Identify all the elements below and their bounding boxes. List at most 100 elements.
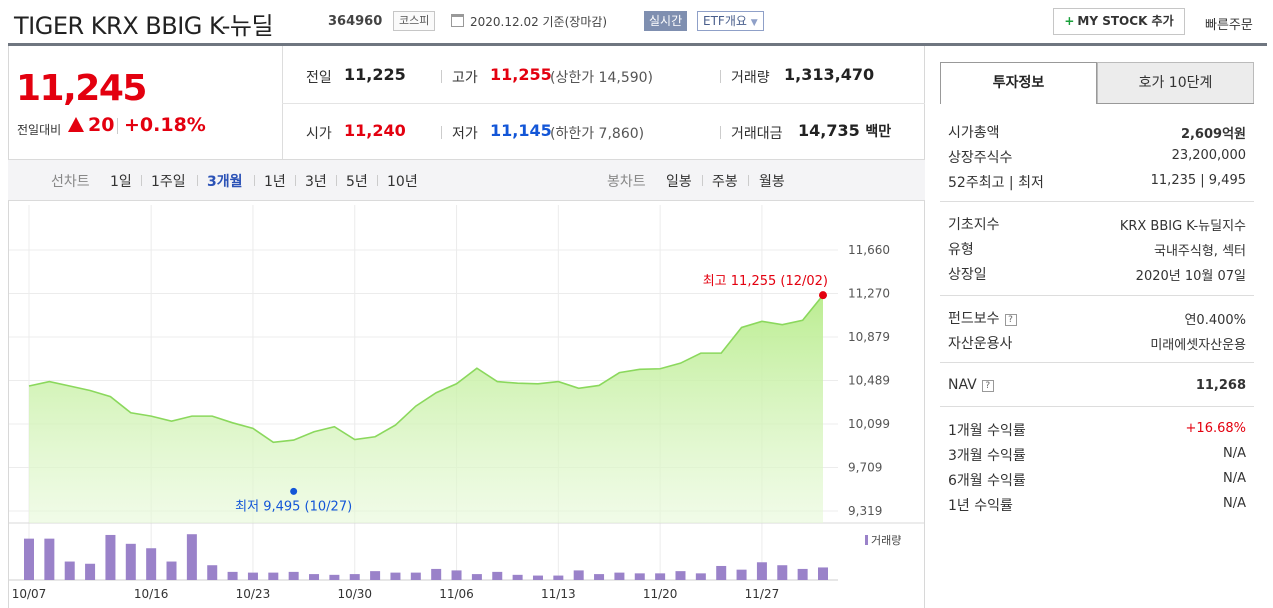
volume-bar [797,568,808,580]
panel-divider [940,295,1254,296]
x-tick-label: 10/07 [12,587,47,601]
return-6m-value: N/A [1223,471,1246,486]
manager-value: 미래에셋자산운용 [1150,338,1246,353]
volume-bar [125,543,136,580]
volume-bar [207,565,218,580]
volume-bar [329,574,340,580]
listing-date-label: 상장일 [948,267,987,283]
tab-quote-10[interactable]: 호가 10단계 [1097,62,1254,104]
x-tick-label: 11/27 [745,587,780,601]
nav-label: NAV? [948,377,994,393]
volume-bar [716,565,727,580]
volume-bar [370,571,381,580]
price-area [29,295,823,523]
volume-bar [105,534,116,580]
quick-order-link[interactable]: 빠른주문 [1205,14,1253,33]
nav-label-text: NAV [948,377,977,393]
shares-label: 상장주식수 [948,150,1013,166]
volume-bar [410,572,421,580]
volume-bar [64,561,75,580]
base-index-value: KRX BBIG K-뉴딜지수 [1119,219,1246,234]
volume-bar [512,574,523,580]
volume-bar [166,561,177,580]
market-cap-value: 2,609억원 [1180,127,1246,142]
volume-bar [451,570,462,580]
volume-bar [573,570,584,580]
fee-label-text: 펀드보수 [948,311,1000,327]
volume-bar [247,572,258,580]
y-tick-label: 11,270 [848,287,890,301]
volume-legend-swatch [865,535,868,545]
volume-bar [655,573,666,580]
volume-bar [146,548,157,580]
volume-bar [634,573,645,580]
return-1y-value: N/A [1223,496,1246,511]
y-tick-label: 9,709 [848,461,882,475]
volume-bar [553,575,564,580]
x-tick-label: 10/23 [236,587,271,601]
volume-bar [288,571,299,580]
range52-value: 11,235 | 9,495 [1150,173,1246,188]
return-1y-label: 1년 수익률 [948,498,1013,514]
add-mystock-label: MY STOCK 추가 [1077,14,1174,28]
volume-bar [227,571,238,580]
x-tick-label: 11/06 [439,587,474,601]
volume-bar [309,574,320,580]
volume-bar [594,574,605,580]
max-annotation: 최고 11,255 (12/02) [703,274,828,289]
volume-bar [614,572,625,580]
min-point [290,487,298,495]
shares-value: 23,200,000 [1171,148,1246,163]
max-point [819,291,827,300]
base-index-label: 기초지수 [948,217,1000,233]
y-tick-label: 10,879 [848,330,890,344]
volume-bar [349,574,360,580]
price-chart: 11,660 11,270 10,879 10,489 10,099 9,709 9,319… [9,205,925,601]
nav-value: 11,268 [1195,378,1246,393]
volume-bar [736,569,747,580]
tab-underline [1097,103,1254,104]
fund-type-label: 유형 [948,242,974,258]
plus-icon: + [1064,14,1075,28]
volume-bar [85,563,96,580]
help-icon[interactable]: ? [981,380,994,392]
return-1m-label: 1개월 수익률 [948,423,1026,439]
return-3m-value: N/A [1223,446,1246,461]
x-tick-label: 10/30 [337,587,372,601]
volume-bar [268,572,279,580]
manager-label: 자산운용사 [948,336,1013,352]
x-tick-label: 11/13 [541,587,576,601]
panel-divider [940,406,1254,407]
y-tick-label: 9,319 [848,504,882,518]
market-cap-label: 시가총액 [948,125,1000,141]
fund-type-value: 국내주식형, 섹터 [1154,244,1246,259]
volume-bar [777,565,788,580]
listing-date-value: 2020년 10월 07일 [1135,269,1246,284]
volume-bar [818,567,828,580]
volume-bar [756,562,767,580]
min-annotation: 최저 9,495 (10/27) [235,499,352,514]
x-tick-label: 10/16 [134,587,169,601]
fee-label: 펀드보수? [948,308,1017,328]
return-6m-label: 6개월 수익률 [948,473,1026,489]
volume-bar [186,534,197,580]
add-mystock-button[interactable]: + MY STOCK 추가 [1053,8,1185,35]
volume-bar [471,574,482,580]
help-icon[interactable]: ? [1004,314,1017,326]
volume-legend-label: 거래량 [871,534,901,547]
return-3m-label: 3개월 수익률 [948,448,1026,464]
volume-bar [675,571,686,580]
volume-bar [390,572,401,580]
volume-bar [532,575,543,580]
range52-label: 52주최고 | 최저 [948,175,1044,191]
volume-bar [44,538,55,580]
x-tick-label: 11/20 [643,587,678,601]
y-tick-label: 10,489 [848,374,890,388]
y-tick-label: 11,660 [848,243,890,257]
volume-bar [431,568,442,580]
panel-divider [940,362,1254,363]
volume-bar [695,573,706,580]
fee-value: 연0.400% [1184,313,1246,328]
y-tick-label: 10,099 [848,417,890,431]
tab-invest-info[interactable]: 투자정보 [940,62,1097,104]
